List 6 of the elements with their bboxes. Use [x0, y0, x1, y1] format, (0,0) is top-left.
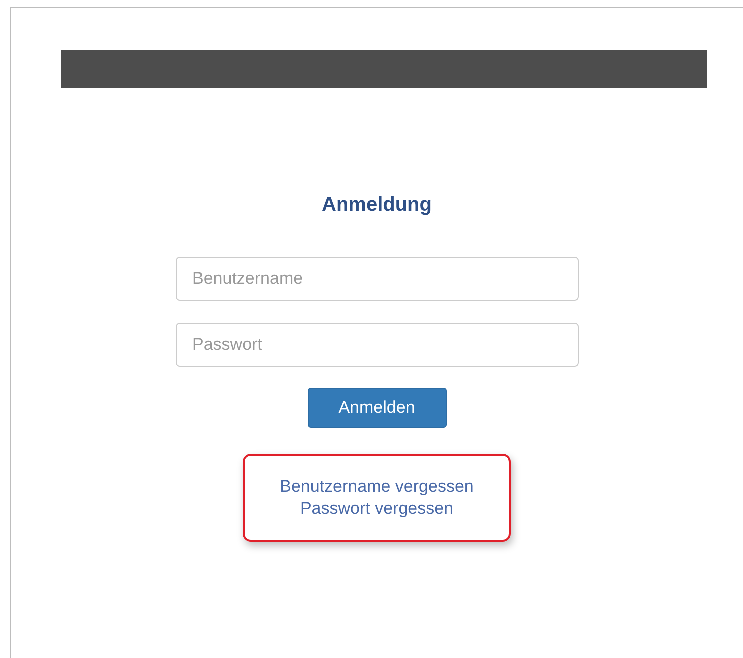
forgot-link[interactable]: Passwort vergessen [300, 499, 454, 519]
login-title: Anmeldung [322, 194, 432, 217]
login-button[interactable]: Anmelden [308, 388, 446, 428]
input-field[interactable]: Passwort [176, 323, 578, 367]
input-field[interactable]: Benutzername [176, 257, 578, 301]
forgot-link[interactable]: Benutzername vergessen [280, 477, 474, 497]
